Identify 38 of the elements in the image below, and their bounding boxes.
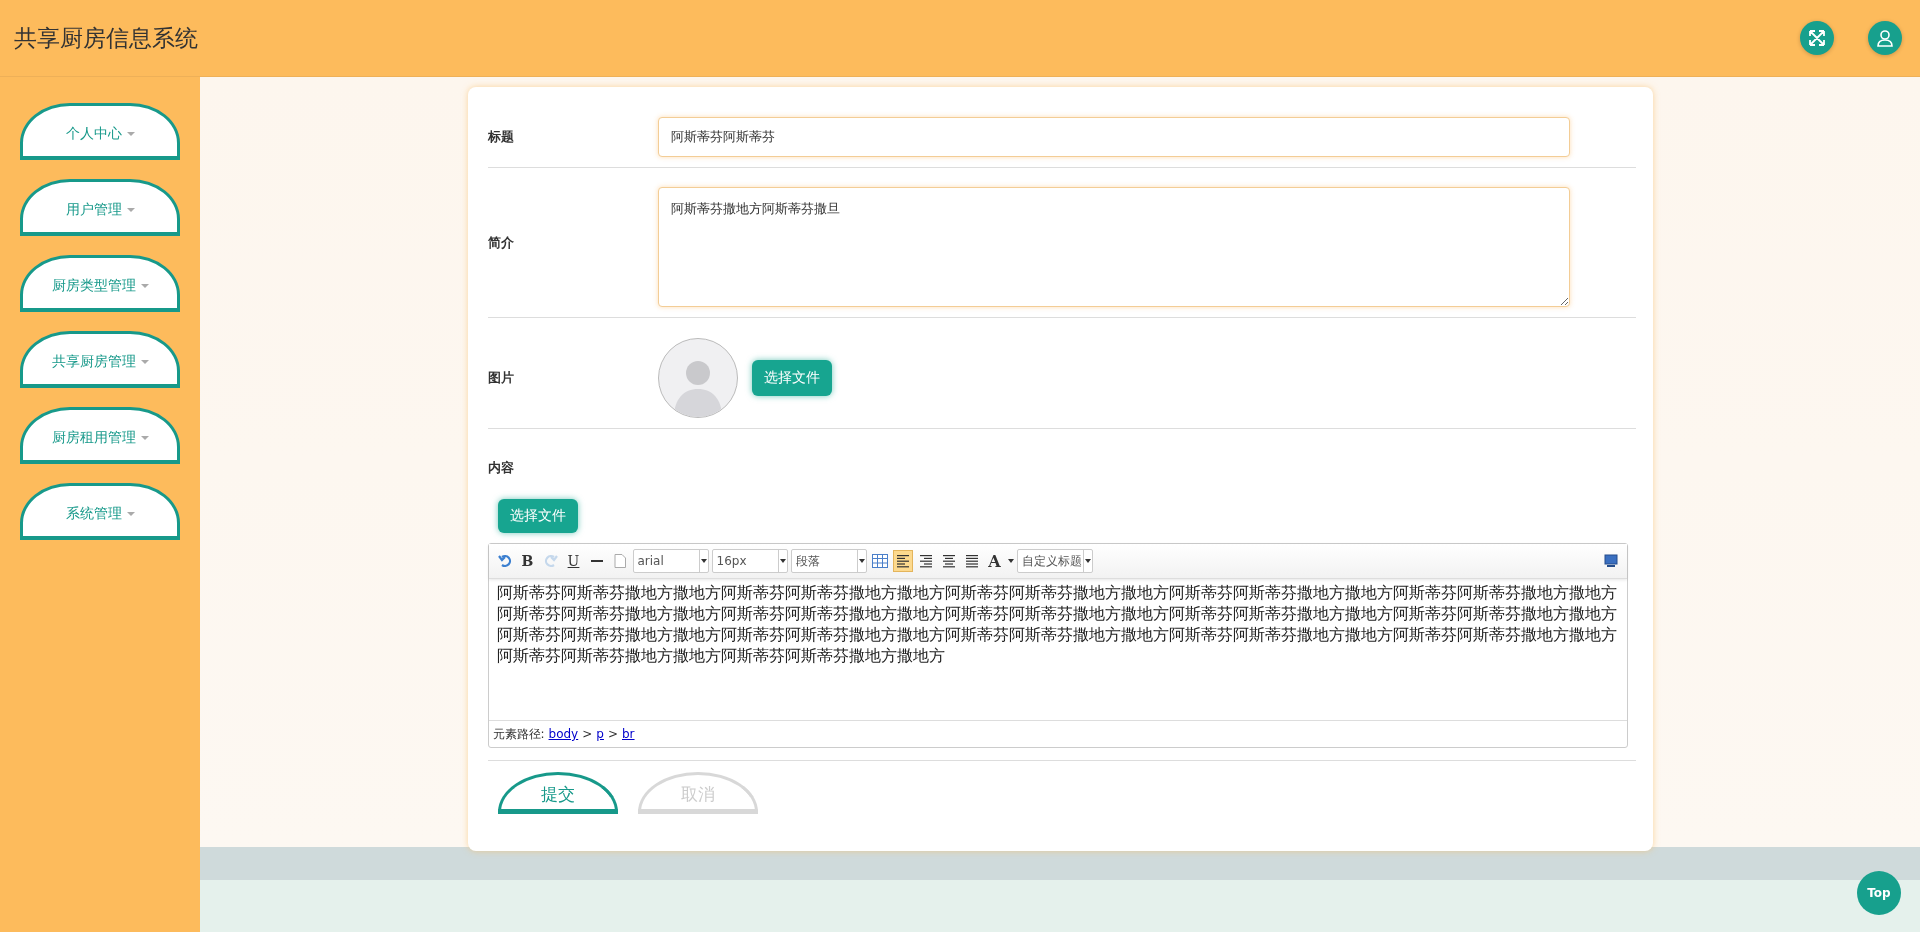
- path-label: 元素路径:: [492, 725, 545, 743]
- field-label: 简介: [487, 233, 515, 252]
- caret-icon: [126, 132, 135, 136]
- intro-textarea[interactable]: 阿斯蒂芬撒地方阿斯蒂芬撒旦: [657, 187, 1570, 307]
- font-size-select[interactable]: 16px: [711, 549, 788, 573]
- sidebar-item[interactable]: 厨房租用管理: [20, 407, 180, 464]
- align-left-icon[interactable]: [892, 550, 913, 572]
- app-title: 共享厨房信息系统: [14, 23, 198, 53]
- caret-icon: [126, 208, 135, 212]
- sidebar-item[interactable]: 共享厨房管理: [20, 331, 180, 388]
- field-label: 标题: [487, 128, 515, 146]
- fullscreen-icon[interactable]: [1800, 21, 1834, 55]
- sidebar-item[interactable]: 系统管理: [20, 483, 180, 540]
- path-link[interactable]: p: [596, 727, 604, 741]
- path-link[interactable]: br: [622, 727, 635, 741]
- field-label: 图片: [487, 369, 515, 387]
- caret-icon: [140, 360, 149, 364]
- title-input[interactable]: 阿斯蒂芬阿斯蒂芬: [657, 117, 1570, 157]
- path-link[interactable]: body: [548, 727, 579, 741]
- sidebar-item[interactable]: 个人中心: [20, 103, 180, 160]
- path-separator: >: [607, 727, 618, 741]
- submit-button[interactable]: 提交: [497, 772, 618, 814]
- sidebar-item[interactable]: 用户管理: [20, 179, 180, 236]
- bold-button[interactable]: B: [517, 550, 538, 572]
- sidebar-item[interactable]: 厨房类型管理: [20, 255, 180, 312]
- editor-text[interactable]: 阿斯蒂芬阿斯蒂芬撒地方撒地方阿斯蒂芬阿斯蒂芬撒地方撒地方阿斯蒂芬阿斯蒂芬撒地方撒地方阿斯蒂芬阿斯蒂芬撒地方撒地方阿斯蒂芬阿斯蒂芬撒地方撒地方阿斯蒂芬阿斯蒂芬撒地方撒地方阿斯蒂芬阿斯蒂芬撒地方撒地方阿斯蒂芬阿斯蒂芬撒地方撒地方阿斯蒂芬阿斯蒂芬撒地方撒地方阿斯蒂芬阿斯蒂芬撒地方撒地方阿斯蒂芬阿斯蒂芬撒地方撒地方阿斯蒂芬阿斯蒂芬撒地方撒地方阿斯蒂芬阿斯蒂芬撒地方撒地方阿斯蒂芬阿斯蒂芬撒地方撒地方阿斯蒂芬阿斯蒂芬撒地方撒地方阿斯蒂芬阿斯蒂芬撒地方撒地方阿斯蒂芬阿斯蒂芬撒地方撒地方: [488, 579, 1627, 720]
- path-separator: >: [582, 727, 593, 741]
- caret-icon: [1007, 559, 1014, 563]
- caret-icon: [126, 512, 135, 516]
- user-icon[interactable]: [1868, 21, 1902, 55]
- underline-button[interactable]: U: [563, 550, 584, 572]
- heading-select[interactable]: 自定义标题: [1016, 549, 1093, 573]
- font-color-button[interactable]: A: [984, 550, 1005, 572]
- caret-icon: [140, 284, 149, 288]
- caret-icon: [140, 436, 149, 440]
- field-label: 内容: [487, 459, 515, 477]
- paragraph-select[interactable]: 段落: [790, 549, 867, 573]
- font-family-select[interactable]: arial: [632, 549, 709, 573]
